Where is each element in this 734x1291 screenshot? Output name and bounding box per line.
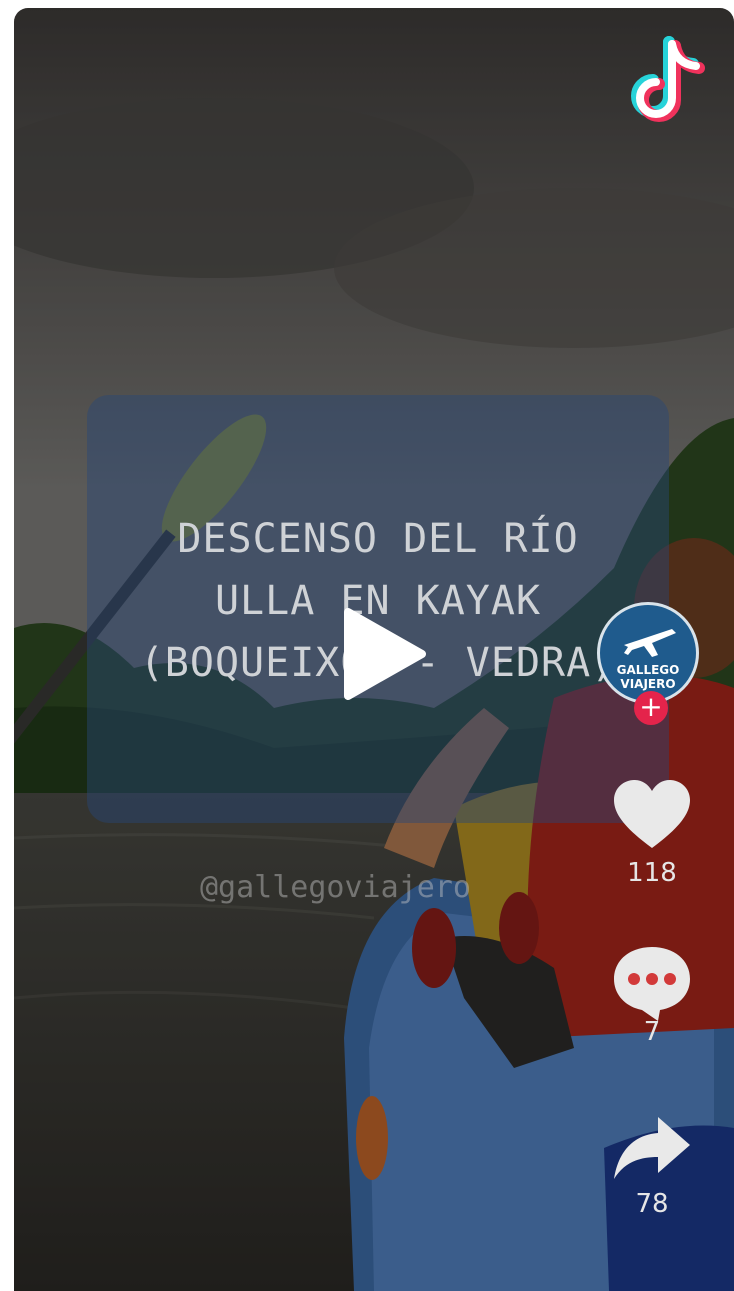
- share-button[interactable]: 78: [604, 1113, 700, 1219]
- like-count: 118: [627, 858, 677, 888]
- video-title-line: DESCENSO DEL RÍO: [177, 516, 579, 562]
- comment-button[interactable]: 7: [604, 943, 700, 1047]
- share-icon: [614, 1117, 690, 1179]
- play-icon[interactable]: [340, 604, 430, 704]
- follow-button[interactable]: +: [634, 691, 668, 725]
- tiktok-logo-icon: [631, 36, 705, 122]
- tiktok-video-card[interactable]: DESCENSO DEL RÍO ULLA EN KAYAK (BOQUEIXÓ…: [14, 8, 734, 1291]
- avatar-text-line: VIAJERO: [620, 677, 676, 691]
- plane-icon: [624, 629, 676, 657]
- channel-avatar[interactable]: GALLEGO VIAJERO: [597, 602, 699, 704]
- heart-icon: [614, 780, 690, 848]
- avatar-text-line: GALLEGO: [616, 663, 680, 677]
- comment-count: 7: [643, 1017, 661, 1047]
- share-count: 78: [635, 1189, 669, 1219]
- author-handle[interactable]: @gallegoviajero: [200, 870, 471, 905]
- comment-icon: [614, 947, 690, 1021]
- plus-icon: +: [639, 690, 663, 723]
- like-button[interactable]: 118: [604, 778, 700, 888]
